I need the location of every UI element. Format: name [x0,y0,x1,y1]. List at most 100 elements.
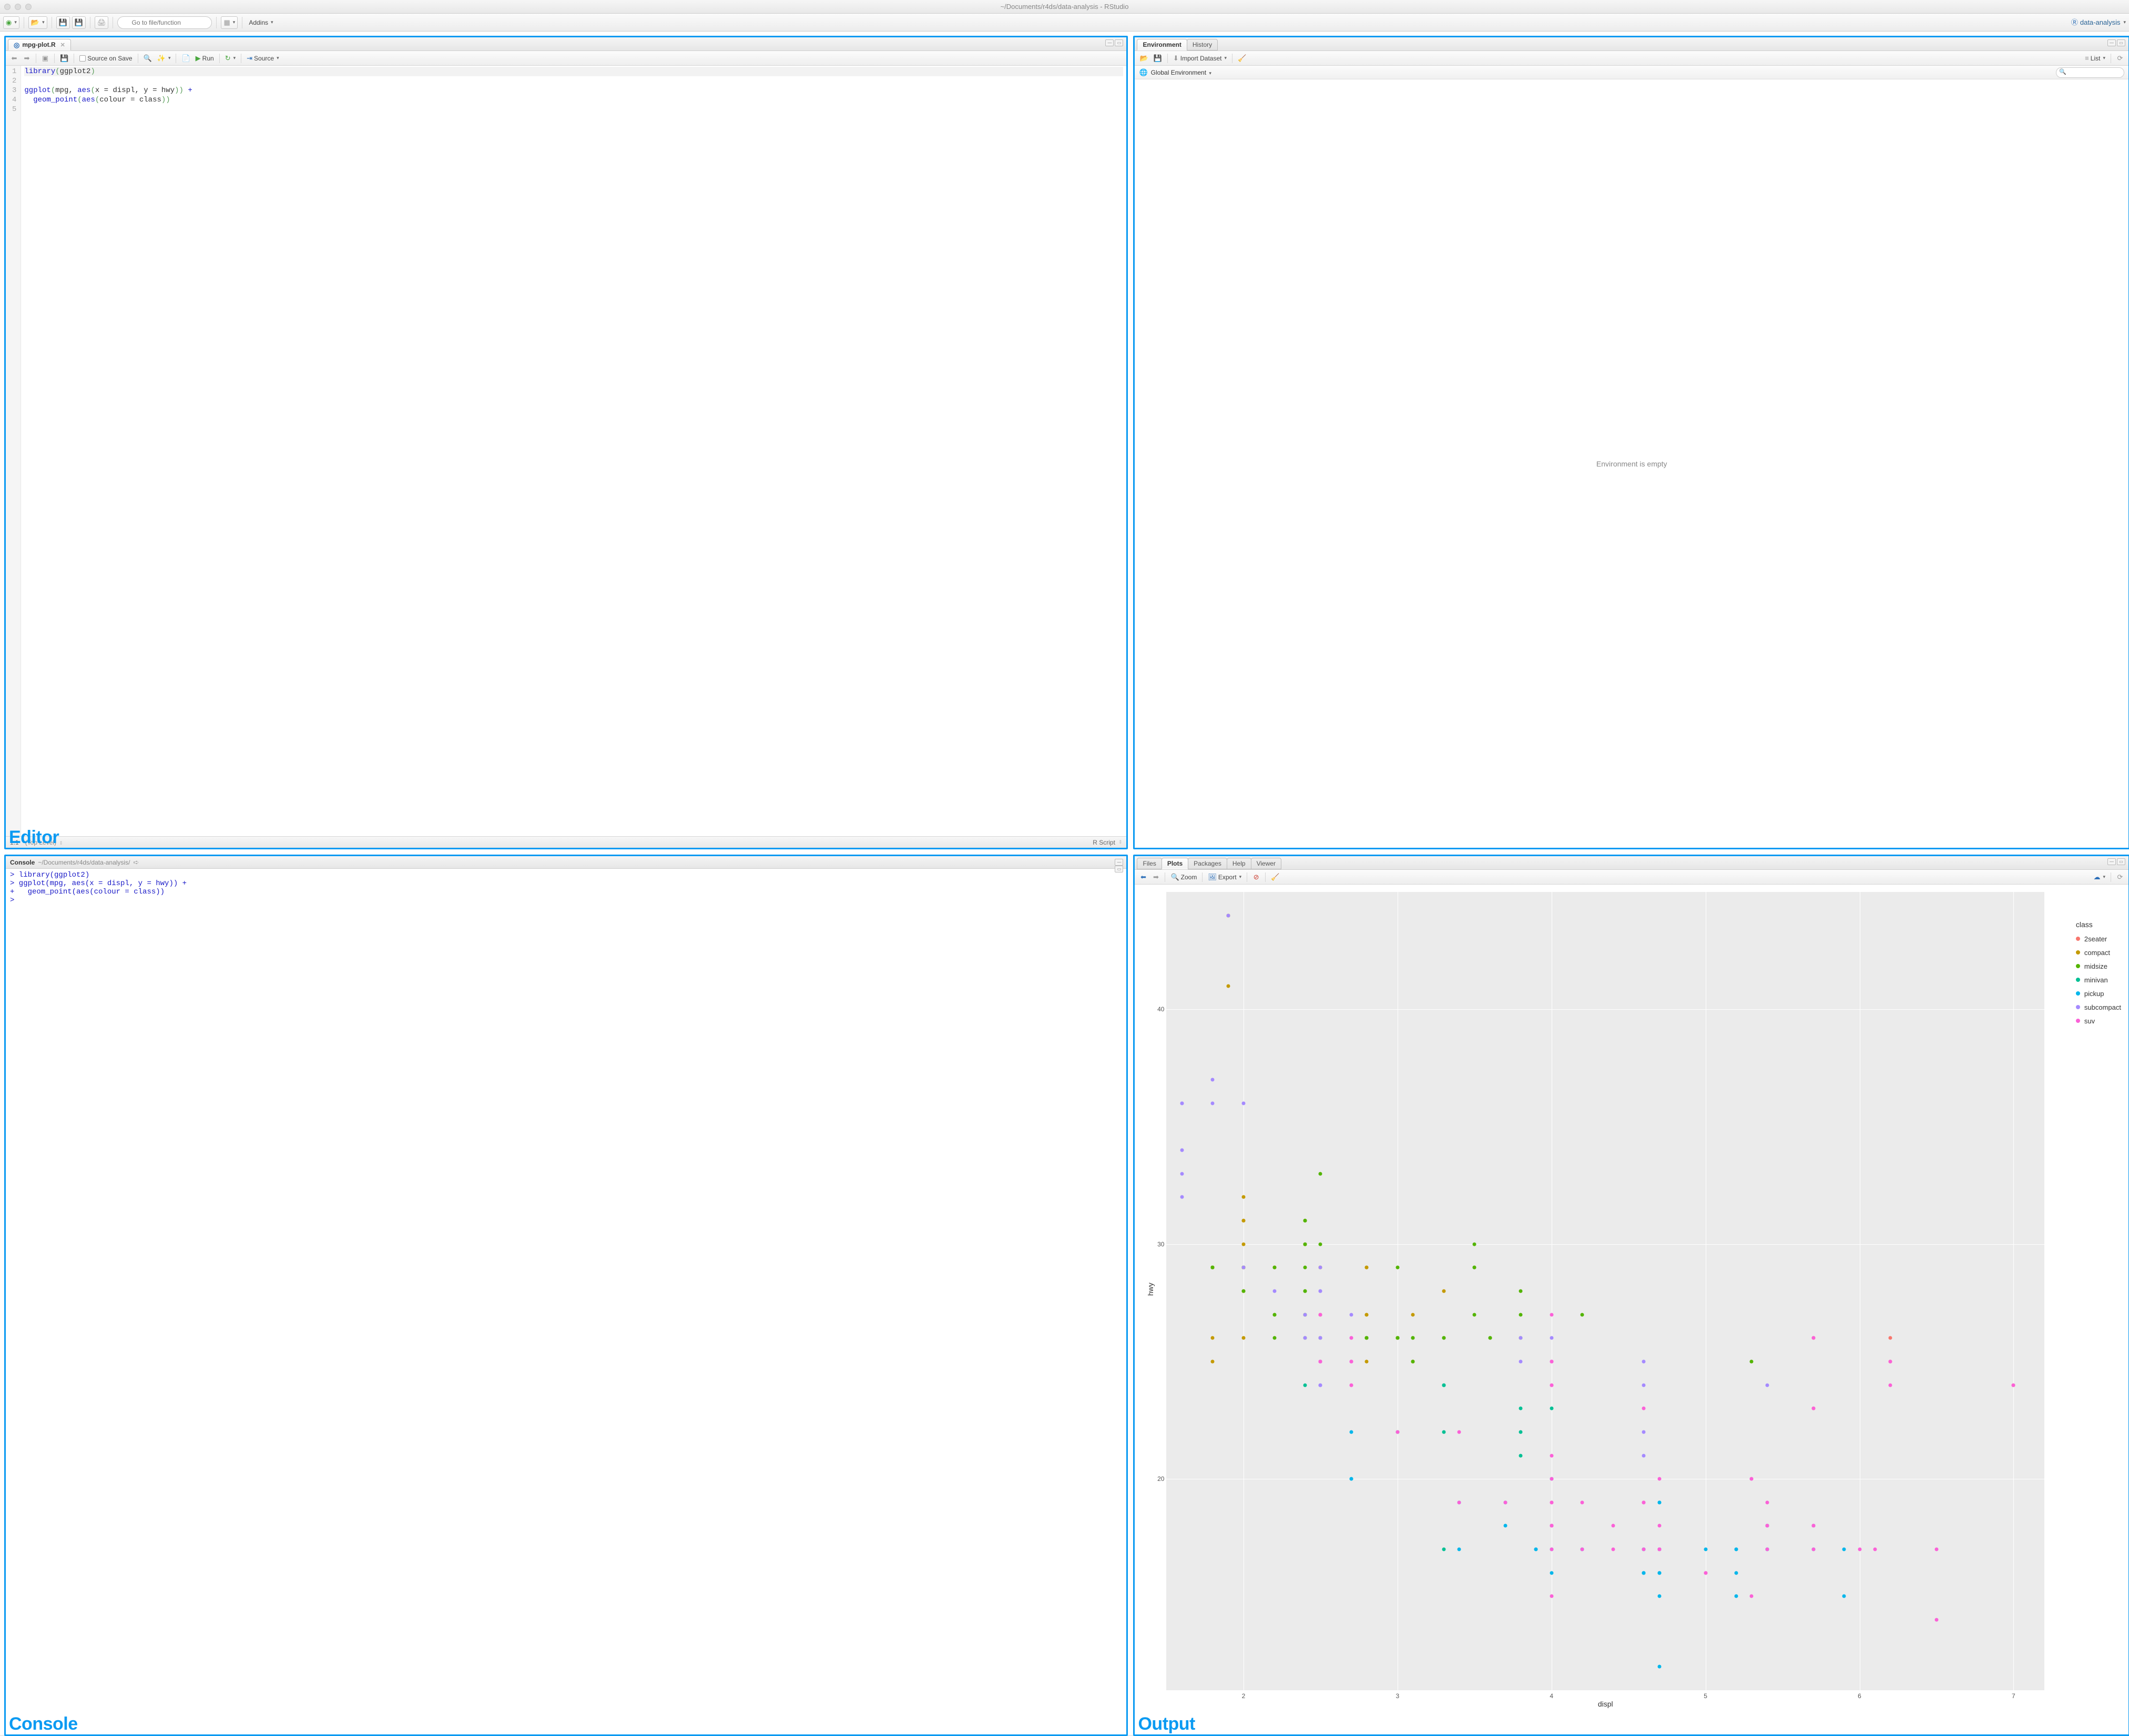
legend-swatch [2076,1005,2080,1009]
editor-tab-label: mpg-plot.R [22,41,55,48]
console-body[interactable]: > library(ggplot2) > ggplot(mpg, aes(x =… [6,869,1126,1734]
plot-point [1550,1548,1553,1551]
addins-menu[interactable]: Addins▾ [247,16,275,29]
back-button[interactable]: ⬅ [9,53,19,64]
pane-minimize-button[interactable]: — [2107,39,2116,46]
popout-icon: ▣ [42,55,48,62]
plot-export-button[interactable]: 🖼Export▾ [1206,872,1243,882]
plot-refresh-button[interactable]: ⟳ [2115,872,2125,882]
plot-prev-button[interactable]: ⬅ [1138,872,1148,882]
legend-item: suv [2076,1014,2121,1028]
editor-tab-mpg-plot[interactable]: ◎ mpg-plot.R ✕ [8,39,71,50]
plot-point [1550,1359,1553,1363]
zoom-icon: 🔍 [1170,874,1179,880]
compile-report-button[interactable]: 📄 [180,53,191,64]
arrow-right-icon: ➡ [24,55,30,62]
show-in-new-window-button[interactable]: ▣ [40,53,50,64]
refresh-env-button[interactable]: ⟳ [2115,53,2125,64]
save-workspace-button[interactable]: 💾 [1152,53,1164,64]
globe-icon: 🌐 [1139,69,1147,76]
scope-selector[interactable]: (Top Level) ⇕ [25,839,63,846]
plot-point [1488,1336,1492,1340]
environment-body: Environment is empty [1135,79,2128,848]
tab-viewer[interactable]: Viewer [1251,858,1281,869]
save-all-icon: 💾 [75,19,83,26]
environment-scope-selector[interactable]: Global Environment ▾ [1151,69,1211,76]
plot-remove-button[interactable]: ⊘ [1251,872,1261,882]
plot-next-button[interactable]: ➡ [1150,872,1161,882]
source-label: Source [254,55,274,62]
addins-label: Addins [249,19,268,26]
plot-point [1550,1336,1553,1340]
legend-item: midsize [2076,959,2121,973]
workspace-panes-button[interactable]: ▦▾ [221,16,238,29]
plot-point [1642,1500,1646,1504]
pane-maximize-button[interactable]: ▭ [2117,39,2125,46]
legend-swatch [2076,950,2080,955]
legend-label: pickup [2084,990,2104,998]
output-pane: Files Plots Packages Help Viewer — ▭ ⬅ ➡… [1133,855,2129,1736]
pane-minimize-button[interactable]: — [1115,859,1123,866]
magnifier-icon: 🔍 [144,55,152,62]
tab-packages[interactable]: Packages [1188,858,1227,869]
pane-maximize-button[interactable]: ▭ [1115,39,1123,46]
source-on-save-checkbox[interactable]: Source on Save [78,53,134,64]
arrow-left-icon: ⬅ [1140,874,1146,880]
broom-icon: 🧹 [1238,55,1246,62]
environment-pane: Environment History — ▭ 📂 💾 ⬇Import Data… [1133,36,2129,849]
plot-point [1889,1359,1892,1363]
new-file-button[interactable]: ◉▾ [3,16,19,29]
save-file-button[interactable]: 💾 [58,53,70,64]
project-menu[interactable]: Ⓡ data-analysis ▾ [2071,18,2126,26]
plot-zoom-button[interactable]: 🔍Zoom [1169,872,1198,882]
clear-objects-button[interactable]: 🧹 [1236,53,1248,64]
file-type-selector[interactable]: R Script [1093,839,1115,846]
run-button[interactable]: ▶Run [194,53,216,64]
rerun-button[interactable]: ↻▾ [223,53,237,64]
plot-point [1519,1359,1523,1363]
pane-minimize-button[interactable]: — [1105,39,1114,46]
save-all-button[interactable]: 💾 [72,16,86,29]
close-tab-icon[interactable]: ✕ [60,42,65,48]
legend-swatch [2076,1019,2080,1023]
save-button[interactable]: 💾 [56,16,70,29]
printer-icon: 🖨 [97,19,106,26]
tab-help[interactable]: Help [1227,858,1251,869]
tab-history[interactable]: History [1187,39,1218,50]
folder-open-icon: 📂 [31,19,39,26]
plot-point [1411,1359,1415,1363]
plot-point [1519,1454,1523,1457]
pane-maximize-button[interactable]: ▭ [1115,866,1123,872]
code-editor[interactable]: 1 2 3 4 5 library(ggplot2) ggplot(mpg, a… [6,66,1126,836]
import-dataset-button[interactable]: ⬇Import Dataset▾ [1172,53,1228,64]
tab-files[interactable]: Files [1137,858,1162,869]
goto-console-dir-icon[interactable]: ➪ [133,859,139,866]
pane-maximize-button[interactable]: ▭ [2117,858,2125,865]
pane-minimize-button[interactable]: — [2107,858,2116,865]
code-tools-button[interactable]: ✨▾ [156,53,172,64]
main-toolbar: ◉▾ 📂▾ 💾 💾 🖨 ➦ ▦▾ Addins▾ Ⓡ data-analysis… [0,14,2129,32]
plot-point [1457,1500,1461,1504]
source-button[interactable]: ⇥Source▾ [245,53,280,64]
plot-publish-button[interactable]: ☁▾ [2092,872,2107,882]
forward-button[interactable]: ➡ [22,53,32,64]
find-replace-button[interactable]: 🔍 [142,53,154,64]
open-file-button[interactable]: 📂▾ [28,16,47,29]
view-mode-button[interactable]: ≡List▾ [2083,53,2107,64]
tab-plots[interactable]: Plots [1162,858,1188,869]
checkbox-icon [79,55,86,62]
print-button[interactable]: 🖨 [95,16,109,29]
plot-clear-all-button[interactable]: 🧹 [1269,872,1281,882]
legend-label: subcompact [2084,1003,2121,1011]
code-lines: library(ggplot2) ggplot(mpg, aes(x = dis… [21,66,1126,836]
plot-point [1519,1313,1523,1316]
plot-point [1765,1548,1769,1551]
plot-point [1765,1383,1769,1387]
legend-label: 2seater [2084,935,2107,943]
tab-environment[interactable]: Environment [1137,39,1187,50]
console-header: Console ~/Documents/r4ds/data-analysis/ … [6,856,1126,869]
project-label: data-analysis [2080,18,2121,26]
plot-point [1303,1290,1307,1293]
goto-file-input[interactable] [117,16,212,29]
load-workspace-button[interactable]: 📂 [1138,53,1149,64]
